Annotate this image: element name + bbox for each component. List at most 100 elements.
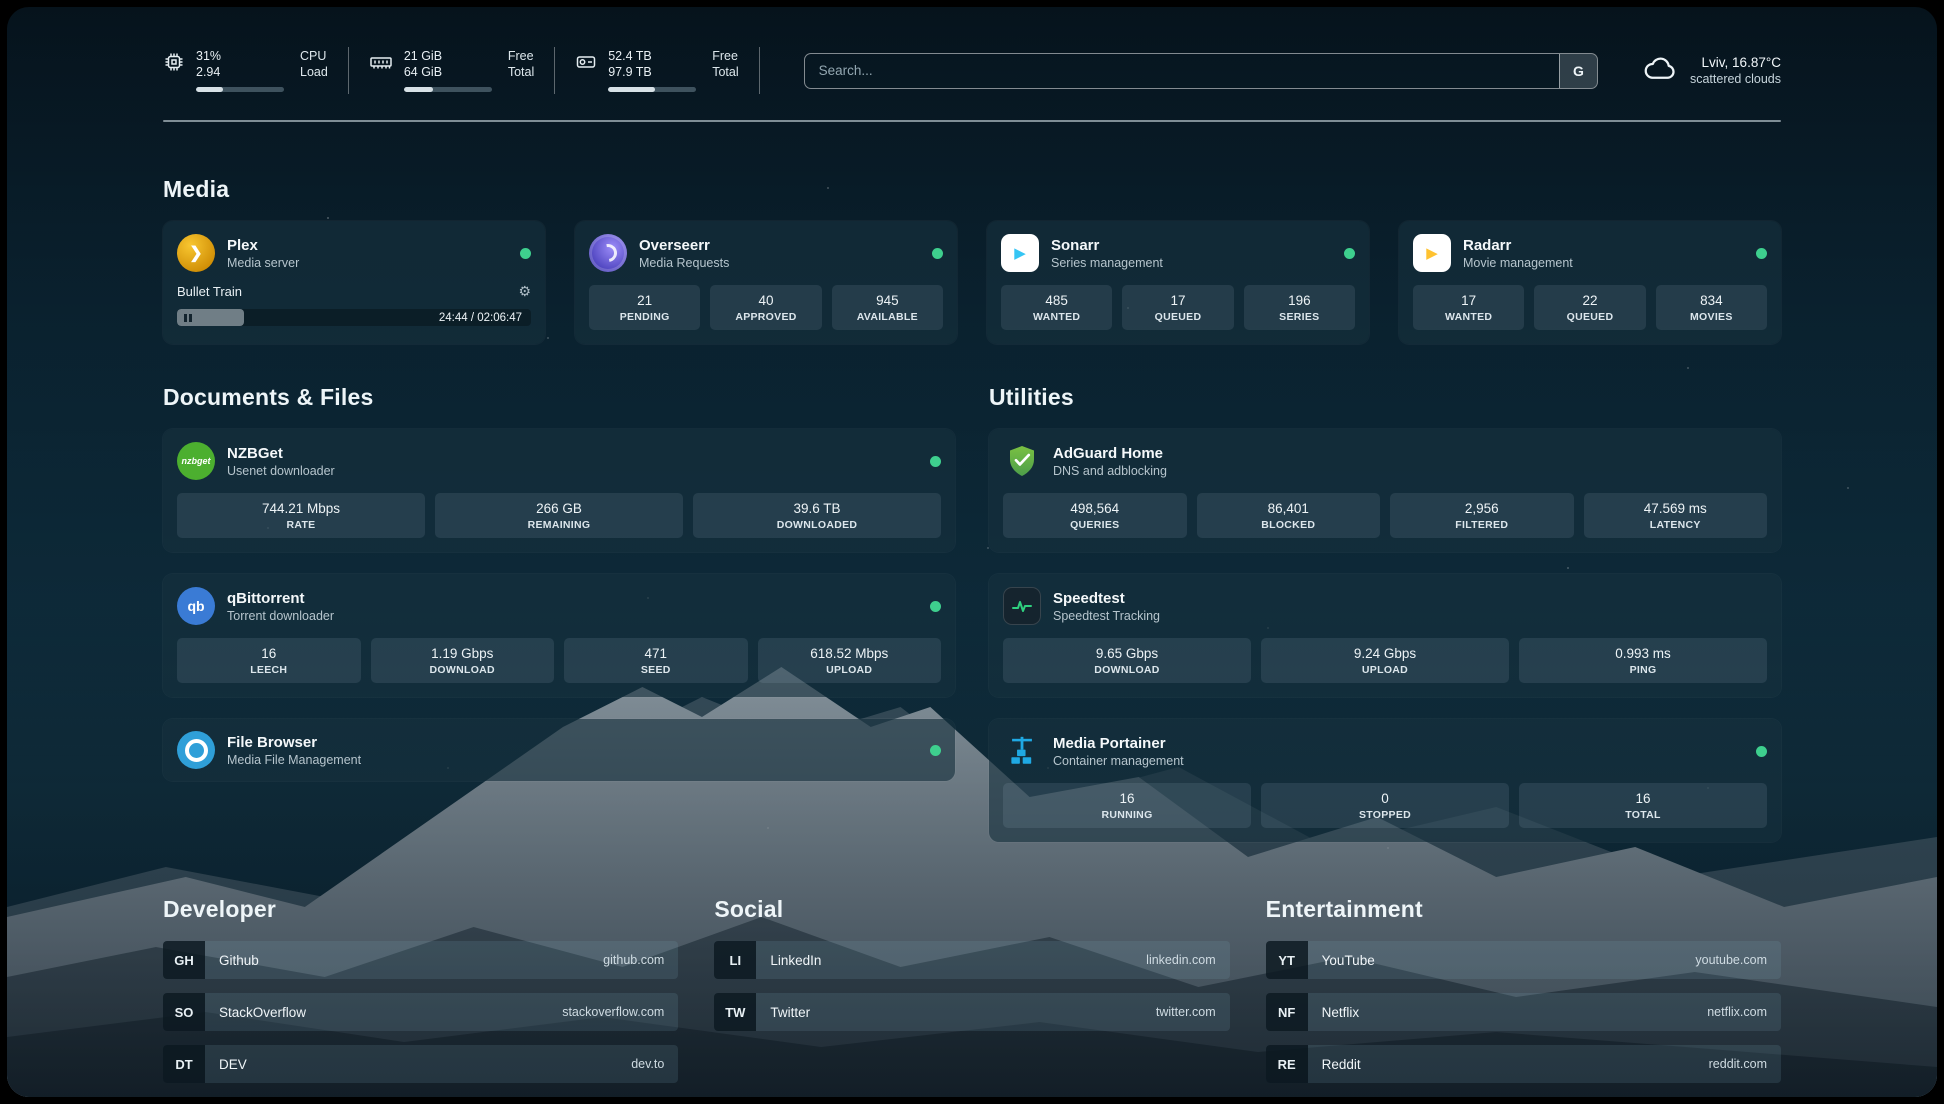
speedtest-card[interactable]: Speedtest Speedtest Tracking 9.65 Gbps D… [989,574,1781,697]
bookmark-name: Twitter [770,1005,810,1020]
card-subtitle: Media File Management [227,752,361,768]
bookmark-twitter[interactable]: TW Twitter twitter.com [714,993,1229,1031]
disk-progress-bar [608,87,696,92]
stat-value: 1.19 Gbps [375,646,551,661]
card-title: Plex [227,236,299,255]
stat-label: WANTED [1417,311,1520,323]
stat-tile: 945 AVAILABLE [832,285,943,330]
cpu-progress-bar [196,87,284,92]
stat-value: 21 [593,293,696,308]
nzbget-icon: nzbget [177,442,215,480]
card-subtitle: Media server [227,255,299,271]
stat-tile: 9.24 Gbps UPLOAD [1261,638,1509,683]
stat-value: 2,956 [1394,501,1570,516]
qbittorrent-card[interactable]: qb qBittorrent Torrent downloader 16 LEE… [163,574,955,697]
playback-progress-bar[interactable]: 24:44 / 02:06:47 [177,309,531,326]
filebrowser-card[interactable]: File Browser Media File Management [163,719,955,781]
nzbget-card[interactable]: nzbget NZBGet Usenet downloader 744.21 M… [163,429,955,552]
stat-label: QUEUED [1126,311,1229,323]
radarr-card[interactable]: ▶ Radarr Movie management 17 WANTED 22 Q… [1399,221,1781,344]
bookmark-reddit[interactable]: RE Reddit reddit.com [1266,1045,1781,1083]
top-bar: 31% CPU 2.94 Load 21 [163,47,1781,94]
overseerr-card[interactable]: Overseerr Media Requests 21 PENDING 40 A… [575,221,957,344]
bookmark-url: netflix.com [1707,1005,1767,1019]
bookmark-name: DEV [219,1057,247,1072]
plex-card[interactable]: ❯ Plex Media server Bullet Train ⚙ 24:44… [163,221,545,344]
stat-tile: 498,564 QUERIES [1003,493,1187,538]
stat-label: QUEUED [1538,311,1641,323]
adguard-card[interactable]: AdGuard Home DNS and adblocking 498,564 … [989,429,1781,552]
qbittorrent-icon: qb [177,587,215,625]
bookmark-url: dev.to [631,1057,664,1071]
status-dot [932,248,943,259]
cpu-usage-value: 31% [196,49,284,64]
stat-tile: 16 RUNNING [1003,783,1251,828]
bookmark-netflix[interactable]: NF Netflix netflix.com [1266,993,1781,1031]
card-title: Overseerr [639,236,729,255]
status-dot [1344,248,1355,259]
bookmark-github[interactable]: GH Github github.com [163,941,678,979]
developer-bookmarks: Developer GH Github github.com SO StackO… [163,896,678,1083]
stat-tile: 16 TOTAL [1519,783,1767,828]
bookmark-name: Reddit [1322,1057,1361,1072]
card-subtitle: Speedtest Tracking [1053,608,1160,624]
stat-label: SEED [568,664,744,676]
playback-time: 24:44 / 02:06:47 [439,312,522,324]
search-provider-button[interactable]: G [1559,54,1597,88]
github-icon: GH [163,941,205,979]
netflix-icon: NF [1266,993,1308,1031]
disk-free-label: Free [712,49,738,64]
weather-widget[interactable]: Lviv, 16.87°C scattered clouds [1642,53,1781,88]
sonarr-card[interactable]: ▶ Sonarr Series management 485 WANTED 17… [987,221,1369,344]
bookmark-dev[interactable]: DT DEV dev.to [163,1045,678,1083]
portainer-card[interactable]: Media Portainer Container management 16 … [989,719,1781,842]
bookmark-youtube[interactable]: YT YouTube youtube.com [1266,941,1781,979]
stat-value: 16 [181,646,357,661]
stat-label: MOVIES [1660,311,1763,323]
stat-tile: 86,401 BLOCKED [1197,493,1381,538]
memory-progress-bar [404,87,492,92]
stat-label: RUNNING [1007,809,1247,821]
stat-label: APPROVED [714,311,817,323]
bookmark-linkedin[interactable]: LI LinkedIn linkedin.com [714,941,1229,979]
bookmark-url: github.com [603,953,664,967]
portainer-icon [1003,732,1041,770]
stat-tile: 17 QUEUED [1122,285,1233,330]
disk-icon [575,51,597,92]
utilities-column: Utilities [989,384,1781,842]
search-input[interactable] [805,54,1559,88]
stat-tile: 40 APPROVED [710,285,821,330]
stat-tile: 9.65 Gbps DOWNLOAD [1003,638,1251,683]
card-title: qBittorrent [227,589,334,608]
gear-icon[interactable]: ⚙ [518,283,531,300]
stat-label: AVAILABLE [836,311,939,323]
system-metrics: 31% CPU 2.94 Load 21 [163,47,760,94]
search-bar[interactable]: G [804,53,1598,89]
stat-tile: 1.19 Gbps DOWNLOAD [371,638,555,683]
stat-label: LEECH [181,664,357,676]
documents-column: Documents & Files nzbget NZBGet Usenet d… [163,384,955,842]
stat-label: RATE [181,519,421,531]
card-subtitle: Container management [1053,753,1184,769]
media-section-title: Media [163,176,1781,203]
stat-value: 39.6 TB [697,501,937,516]
memory-free-value: 21 GiB [404,49,492,64]
dev-icon: DT [163,1045,205,1083]
memory-icon [369,51,393,92]
card-title: Media Portainer [1053,734,1184,753]
social-bookmarks: Social LI LinkedIn linkedin.com TW Twitt… [714,896,1229,1083]
entertainment-bookmarks: Entertainment YT YouTube youtube.com NF … [1266,896,1781,1083]
bookmark-name: LinkedIn [770,953,821,968]
bookmark-url: twitter.com [1156,1005,1216,1019]
card-title: Radarr [1463,236,1573,255]
cpu-load-value: 2.94 [196,65,284,80]
dashboard-content: 31% CPU 2.94 Load 21 [7,7,1937,1097]
stat-tile: 39.6 TB DOWNLOADED [693,493,941,538]
bookmark-stackoverflow[interactable]: SO StackOverflow stackoverflow.com [163,993,678,1031]
card-title: AdGuard Home [1053,444,1167,463]
status-dot [930,745,941,756]
stat-tile: 22 QUEUED [1534,285,1645,330]
card-subtitle: DNS and adblocking [1053,463,1167,479]
stat-label: WANTED [1005,311,1108,323]
stat-label: DOWNLOAD [375,664,551,676]
